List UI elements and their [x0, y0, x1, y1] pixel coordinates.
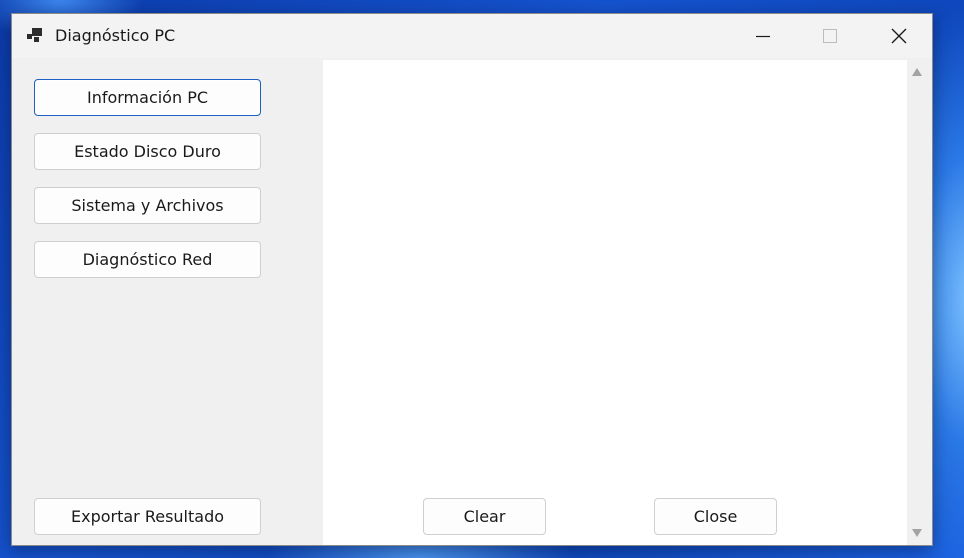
sistema-y-archivos-button[interactable]: Sistema y Archivos [34, 187, 261, 224]
scroll-up-icon [912, 68, 922, 76]
close-icon [891, 28, 907, 44]
estado-disco-duro-button[interactable]: Estado Disco Duro [34, 133, 261, 170]
window-title: Diagnóstico PC [55, 26, 176, 45]
close-window-button[interactable] [876, 14, 922, 58]
app-window: Diagnóstico PC Información PC Estado Dis… [11, 13, 933, 546]
clear-button[interactable]: Clear [423, 498, 546, 535]
maximize-button [807, 14, 853, 58]
maximize-icon [823, 29, 837, 43]
output-textbox[interactable] [323, 60, 918, 545]
scroll-down-button[interactable] [907, 523, 927, 543]
exportar-resultado-button[interactable]: Exportar Resultado [34, 498, 261, 535]
scroll-up-button[interactable] [907, 62, 927, 82]
close-button[interactable]: Close [654, 498, 777, 535]
title-bar[interactable]: Diagnóstico PC [12, 14, 932, 58]
minimize-icon [756, 35, 770, 38]
diagnostico-red-button[interactable]: Diagnóstico Red [34, 241, 261, 278]
window-content: Información PC Estado Disco Duro Sistema… [12, 58, 932, 545]
scroll-down-icon [912, 529, 922, 537]
output-scrollbar[interactable] [907, 60, 927, 545]
informacion-pc-button[interactable]: Información PC [34, 79, 261, 116]
app-icon [25, 27, 43, 43]
minimize-button[interactable] [740, 14, 786, 58]
